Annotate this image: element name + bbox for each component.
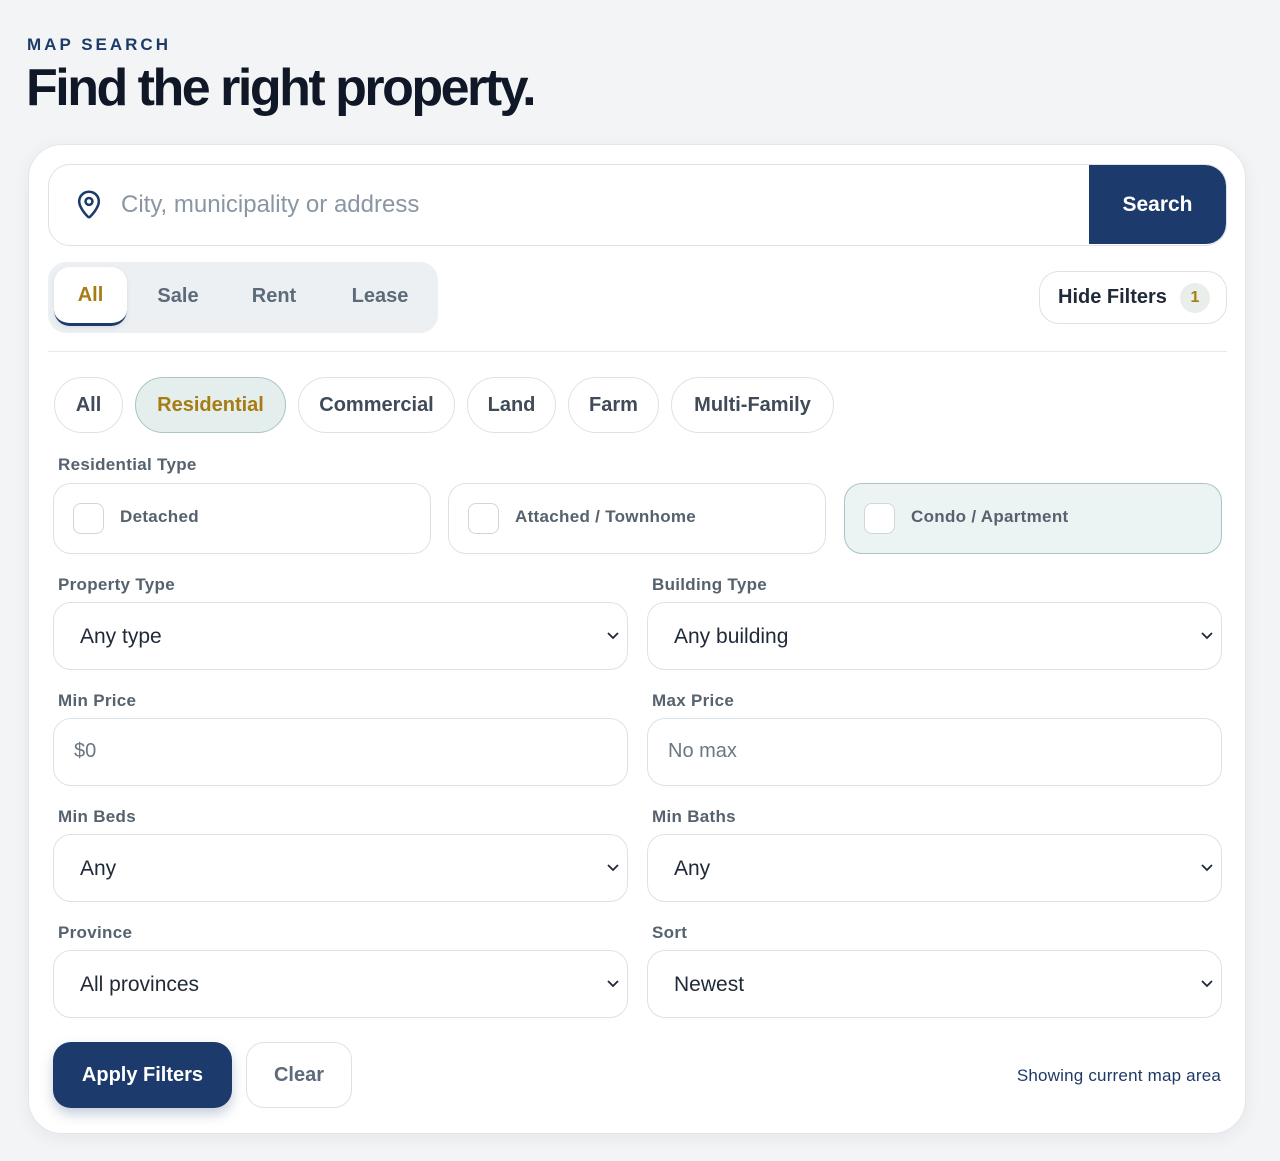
chevron-down-icon (607, 980, 619, 988)
residential-type-label: Residential Type (58, 455, 197, 474)
property-type-select[interactable]: Any type (53, 602, 628, 670)
chevron-down-icon (1201, 632, 1213, 640)
tab-rent[interactable]: Rent (237, 267, 311, 326)
min-price-label: Min Price (58, 691, 137, 710)
search-button[interactable]: Search (1089, 165, 1226, 244)
chevron-down-icon (1201, 864, 1213, 872)
sort-select[interactable]: Newest (647, 950, 1222, 1018)
map-pin-icon (77, 190, 101, 219)
search-filter-card: Search All Sale Rent Lease Hide Filters … (28, 144, 1246, 1134)
tab-all[interactable]: All (54, 267, 127, 326)
eyebrow-label: MAP SEARCH (27, 35, 171, 54)
checkbox[interactable] (864, 503, 895, 534)
option-label: Condo / Apartment (911, 507, 1069, 526)
checkbox[interactable] (73, 503, 104, 534)
hide-filters-button[interactable]: Hide Filters 1 (1039, 271, 1227, 324)
map-area-status: Showing current map area (1016, 1066, 1221, 1085)
sort-value: Newest (674, 973, 745, 996)
chip-land[interactable]: Land (467, 377, 556, 433)
search-bar: Search (48, 164, 1227, 246)
option-detached[interactable]: Detached (53, 483, 431, 554)
option-attached-townhome[interactable]: Attached / Townhome (448, 483, 826, 554)
min-baths-select[interactable]: Any (647, 834, 1222, 902)
max-price-label: Max Price (652, 691, 735, 710)
hide-filters-label: Hide Filters (1058, 286, 1167, 308)
chip-multi-family[interactable]: Multi-Family (671, 377, 834, 433)
max-price-field[interactable] (647, 718, 1222, 786)
divider (48, 351, 1227, 352)
chip-farm[interactable]: Farm (568, 377, 659, 433)
min-baths-label: Min Baths (652, 807, 736, 826)
province-label: Province (58, 923, 133, 942)
chip-all[interactable]: All (54, 377, 123, 433)
min-price-field[interactable] (53, 718, 628, 786)
checkbox[interactable] (468, 503, 499, 534)
min-beds-select[interactable]: Any (53, 834, 628, 902)
page-title: Find the right property. (26, 59, 537, 117)
chip-commercial[interactable]: Commercial (298, 377, 455, 433)
min-beds-value: Any (80, 857, 117, 880)
apply-filters-button[interactable]: Apply Filters (53, 1042, 232, 1108)
option-label: Attached / Townhome (515, 507, 697, 526)
chevron-down-icon (607, 632, 619, 640)
sort-label: Sort (652, 923, 688, 942)
min-beds-label: Min Beds (58, 807, 136, 826)
building-type-label: Building Type (652, 575, 768, 594)
property-type-value: Any type (80, 625, 162, 648)
province-select[interactable]: All provinces (53, 950, 628, 1018)
chip-residential[interactable]: Residential (135, 377, 286, 433)
option-label: Detached (120, 507, 199, 526)
listing-type-tabs: All Sale Rent Lease (48, 262, 438, 333)
option-condo-apartment[interactable]: Condo / Apartment (844, 483, 1222, 554)
tab-sale[interactable]: Sale (141, 267, 215, 326)
chevron-down-icon (1201, 980, 1213, 988)
building-type-value: Any building (674, 625, 789, 648)
tab-lease[interactable]: Lease (335, 267, 425, 326)
active-filter-count-badge: 1 (1180, 283, 1210, 313)
building-type-select[interactable]: Any building (647, 602, 1222, 670)
chevron-down-icon (607, 864, 619, 872)
search-input[interactable] (121, 165, 1081, 244)
property-type-label: Property Type (58, 575, 175, 594)
min-baths-value: Any (674, 857, 711, 880)
min-price-input[interactable] (74, 719, 604, 784)
province-value: All provinces (80, 973, 200, 996)
clear-button[interactable]: Clear (246, 1042, 352, 1108)
max-price-input[interactable] (668, 719, 1198, 784)
